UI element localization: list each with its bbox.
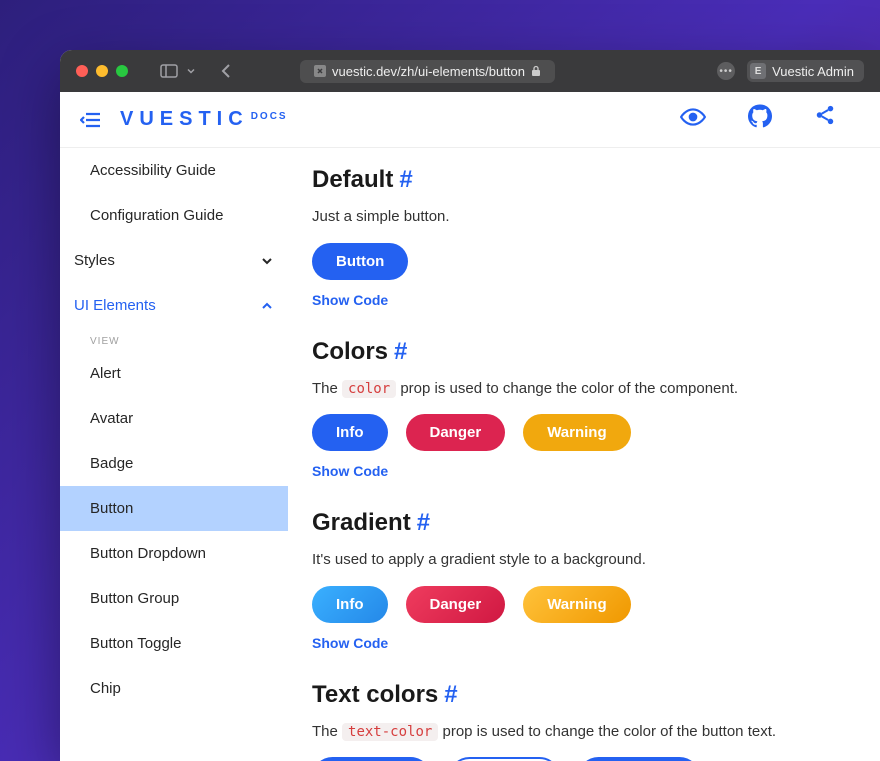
lock-icon <box>531 65 541 77</box>
section-label: Styles <box>74 252 115 269</box>
header-actions <box>680 104 860 135</box>
sidebar-group-label: VIEW <box>60 328 288 351</box>
demo-button[interactable]: Danger <box>406 586 506 623</box>
code-inline: text-color <box>342 723 438 741</box>
more-icon[interactable]: ••• <box>717 62 735 80</box>
code-inline: color <box>342 380 396 398</box>
logo[interactable]: VUESTIC DOCS <box>120 108 288 131</box>
demo-button[interactable]: Info <box>312 414 388 451</box>
description: Just a simple button. <box>312 206 856 229</box>
sidebar-subitem[interactable]: Avatar <box>60 396 288 441</box>
description: The text-color prop is used to change th… <box>312 721 856 744</box>
heading-text: Gradient <box>312 509 411 537</box>
maximize-icon[interactable] <box>116 65 128 77</box>
section-gradient: Gradient # It's used to apply a gradient… <box>312 509 856 651</box>
main-content: Default # Just a simple button. Button S… <box>288 148 880 761</box>
sidebar-top: Accessibility GuideConfiguration Guide <box>60 148 288 238</box>
chevron-down-icon[interactable] <box>186 66 196 76</box>
collapse-sidebar-icon[interactable] <box>80 111 102 129</box>
demo-button[interactable]: Button <box>312 243 408 280</box>
demo-button[interactable]: Warning <box>523 414 630 451</box>
share-icon[interactable] <box>814 104 836 135</box>
section-default: Default # Just a simple button. Button S… <box>312 166 856 308</box>
sidebar: Accessibility GuideConfiguration Guide S… <box>60 148 288 761</box>
section-textcolors: Text colors # The text-color prop is use… <box>312 681 856 761</box>
sidebar-subitem[interactable]: Button Toggle <box>60 621 288 666</box>
anchor-link[interactable]: # <box>444 681 457 709</box>
heading-gradient: Gradient # <box>312 509 856 537</box>
heading-colors: Colors # <box>312 338 856 366</box>
github-icon[interactable] <box>748 104 772 135</box>
anchor-link[interactable]: # <box>394 338 407 366</box>
show-code-link[interactable]: Show Code <box>312 463 856 479</box>
desc-pre: The <box>312 723 342 740</box>
show-code-link[interactable]: Show Code <box>312 292 856 308</box>
sidebar-section-ui-elements[interactable]: UI Elements <box>60 283 288 328</box>
button-row: Info Danger Warning <box>312 414 856 451</box>
button-row: Info Danger Warning <box>312 586 856 623</box>
anchor-link[interactable]: # <box>417 509 430 537</box>
sidebar-section-styles[interactable]: Styles <box>60 238 288 283</box>
chevron-down-icon <box>260 254 274 268</box>
close-icon[interactable] <box>76 65 88 77</box>
demo-button[interactable]: Green text <box>578 757 700 761</box>
chevron-up-icon <box>260 299 274 313</box>
heading-text: Colors <box>312 338 388 366</box>
titlebar: vuestic.dev/zh/ui-elements/button ••• E … <box>60 50 880 92</box>
description: It's used to apply a gradient style to a… <box>312 549 856 572</box>
heading-text: Text colors <box>312 681 438 709</box>
close-small-icon[interactable] <box>314 65 326 77</box>
anchor-link[interactable]: # <box>399 166 412 194</box>
logo-text: VUESTIC <box>120 108 249 131</box>
section-colors: Colors # The color prop is used to chang… <box>312 338 856 480</box>
sidebar-subitem[interactable]: Chip <box>60 666 288 711</box>
demo-button[interactable]: Danger <box>406 414 506 451</box>
logo-suffix: DOCS <box>251 111 288 122</box>
sidebar-subitem[interactable]: Alert <box>60 351 288 396</box>
desc-post: prop is used to change the color of the … <box>400 380 738 397</box>
sidebar-item[interactable]: Accessibility Guide <box>60 148 288 193</box>
heading-textcolors: Text colors # <box>312 681 856 709</box>
extension-pill[interactable]: E Vuestic Admin <box>747 60 864 82</box>
section-label: UI Elements <box>74 297 156 314</box>
button-row: Button <box>312 243 856 280</box>
url-text: vuestic.dev/zh/ui-elements/button <box>332 64 525 79</box>
demo-button[interactable]: Black text <box>312 757 431 761</box>
sidebar-subitem[interactable]: Button Dropdown <box>60 531 288 576</box>
app-header: VUESTIC DOCS <box>60 92 880 148</box>
extension-label: Vuestic Admin <box>772 64 854 79</box>
sidebar-subitem[interactable]: Badge <box>60 441 288 486</box>
back-icon[interactable] <box>220 63 232 79</box>
window-controls <box>76 65 128 77</box>
desc-pre: The <box>312 380 342 397</box>
sidebar-toggle-icon[interactable] <box>160 64 178 78</box>
extension-badge-icon: E <box>750 63 766 79</box>
minimize-icon[interactable] <box>96 65 108 77</box>
browser-window: vuestic.dev/zh/ui-elements/button ••• E … <box>60 50 880 761</box>
desc-post: prop is used to change the color of the … <box>442 723 776 740</box>
toolbar-nav-group <box>160 63 232 79</box>
sidebar-subitem[interactable]: Button <box>60 486 288 531</box>
sidebar-subitem[interactable]: Button Group <box>60 576 288 621</box>
demo-button[interactable]: Red text <box>449 757 560 761</box>
demo-button[interactable]: Info <box>312 586 388 623</box>
eye-icon[interactable] <box>680 104 706 135</box>
description: The color prop is used to change the col… <box>312 378 856 401</box>
url-bar[interactable]: vuestic.dev/zh/ui-elements/button <box>300 60 555 83</box>
show-code-link[interactable]: Show Code <box>312 635 856 651</box>
demo-button[interactable]: Warning <box>523 586 630 623</box>
button-row: Black text Red text Green text <box>312 757 856 761</box>
sidebar-item[interactable]: Configuration Guide <box>60 193 288 238</box>
sidebar-subitems: AlertAvatarBadgeButtonButton DropdownBut… <box>60 351 288 711</box>
heading-text: Default <box>312 166 393 194</box>
heading-default: Default # <box>312 166 856 194</box>
